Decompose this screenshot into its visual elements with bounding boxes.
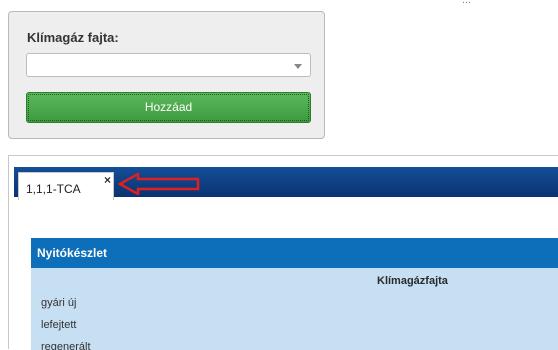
annotation-arrow-icon [118,173,200,195]
add-button[interactable]: Hozzáad [26,92,311,123]
panel-title: Nyitókészlet [31,238,558,268]
table-row: lefejtett [41,319,77,331]
top-cut-off-text: ... [462,0,558,4]
gas-type-select[interactable] [26,53,311,77]
close-icon[interactable]: × [104,173,111,187]
table-row: gyári új [41,297,77,309]
tab-bar: 1,1,1-TCA × [14,167,558,200]
add-gas-form: Klímagáz fajta: Hozzáad [8,11,325,139]
tab-label: 1,1,1-TCA [26,182,81,196]
chevron-down-icon [294,64,302,69]
column-header-gas-type: Klímagázfajta [377,275,448,287]
opening-stock-panel: Nyitókészlet Klímagázfajta gyári új lefe… [31,238,558,350]
tab-1-1-1-tca[interactable]: 1,1,1-TCA × [18,172,114,200]
gas-type-label: Klímagáz fajta: [27,30,119,45]
tab-container: 1,1,1-TCA × Nyitókészlet Klímagázfajta g… [8,155,558,350]
